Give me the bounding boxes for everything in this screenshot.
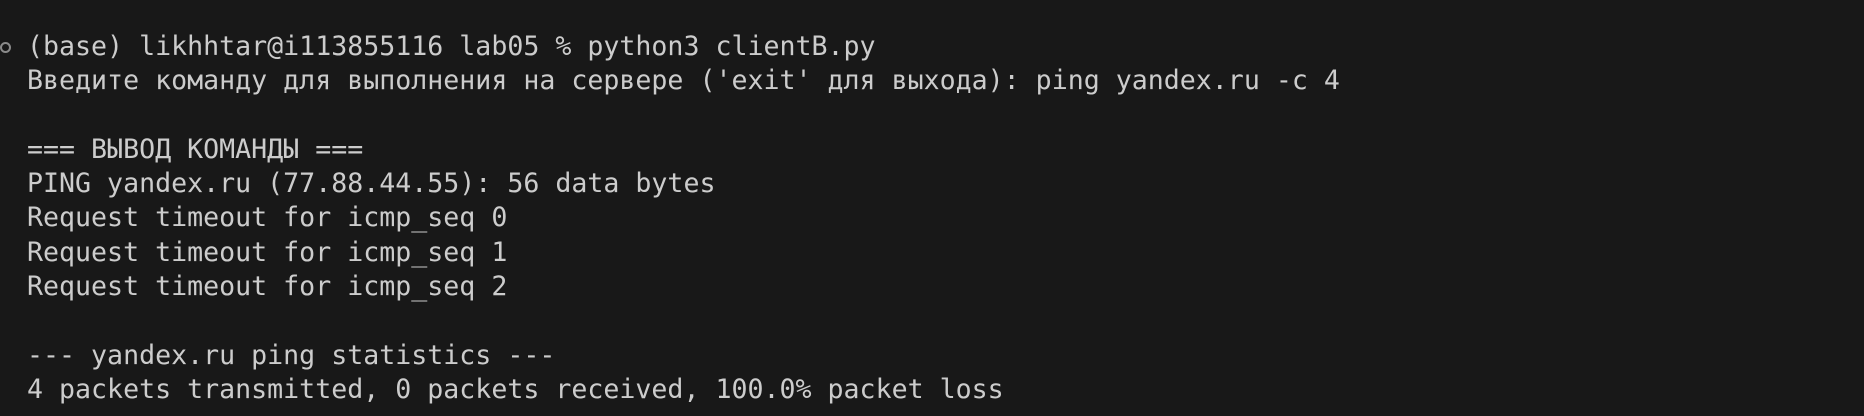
statistics-line: 4 packets transmitted, 0 packets receive…	[27, 373, 1004, 405]
command-decoration-icon[interactable]	[0, 42, 11, 53]
output-line: Request timeout for icmp_seq 1	[27, 236, 508, 268]
terminal-output: (base) likhhtar@i113855116 lab05 % pytho…	[27, 30, 1340, 407]
prompt-line: (base) likhhtar@i113855116 lab05 % pytho…	[27, 31, 876, 62]
terminal-panel[interactable]: (base) likhhtar@i113855116 lab05 % pytho…	[0, 0, 1864, 416]
input-prompt-line: Введите команду для выполнения на сервер…	[27, 65, 1340, 97]
output-header: === ВЫВОД КОМАНДЫ ===	[27, 133, 364, 165]
output-line: Request timeout for icmp_seq 0	[27, 202, 508, 234]
output-line: Request timeout for icmp_seq 2	[27, 271, 508, 303]
output-line: PING yandex.ru (77.88.44.55): 56 data by…	[27, 168, 716, 200]
statistics-header: --- yandex.ru ping statistics ---	[27, 339, 556, 371]
